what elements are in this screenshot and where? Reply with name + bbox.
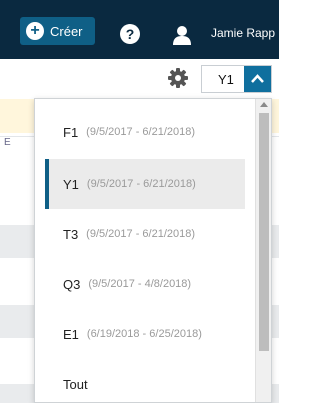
create-button-label: Créer: [50, 23, 83, 39]
period-option-y1[interactable]: Y1 (9/5/2017 - 6/21/2018): [45, 159, 245, 209]
period-option-f1[interactable]: F1 (9/5/2017 - 6/21/2018): [45, 107, 245, 157]
period-option-code: F1: [63, 124, 79, 140]
period-select[interactable]: Y1: [201, 65, 272, 93]
period-dropdown-menu: F1 (9/5/2017 - 6/21/2018) Y1 (9/5/2017 -…: [34, 98, 272, 403]
chevron-up-icon: [251, 74, 264, 83]
scrollbar-thumb[interactable]: [259, 113, 269, 351]
period-option-q3[interactable]: Q3 (9/5/2017 - 4/8/2018): [45, 259, 245, 309]
period-option-range: (9/5/2017 - 6/21/2018): [86, 228, 196, 240]
create-button[interactable]: + Créer: [20, 17, 95, 45]
period-option-code: T3: [63, 226, 79, 242]
top-header-bar: + Créer ? Jamie Rapp: [0, 0, 279, 59]
user-icon[interactable]: [171, 25, 193, 45]
period-option-range: (9/5/2017 - 6/21/2018): [86, 126, 196, 138]
period-option-range: (9/5/2017 - 4/8/2018): [88, 278, 192, 290]
period-select-value: Y1: [218, 72, 234, 87]
period-option-all[interactable]: Tout: [45, 359, 245, 403]
period-select-toggle[interactable]: [244, 66, 271, 92]
period-option-range: (9/5/2017 - 6/21/2018): [86, 178, 196, 190]
dropdown-scrollbar[interactable]: [255, 99, 271, 402]
scroll-up-icon[interactable]: [260, 102, 268, 107]
gear-icon[interactable]: [167, 67, 189, 89]
toolbar: Y1: [0, 59, 279, 99]
period-option-code: Y1: [63, 176, 79, 192]
user-name[interactable]: Jamie Rapp: [211, 26, 275, 40]
period-option-range: (6/19/2018 - 6/25/2018): [86, 328, 202, 340]
period-option-code: Q3: [63, 276, 81, 292]
plus-icon: +: [26, 22, 44, 40]
period-option-t3[interactable]: T3 (9/5/2017 - 6/21/2018): [45, 209, 245, 259]
column-header-partial: E: [4, 137, 11, 148]
help-icon[interactable]: ?: [120, 24, 140, 44]
period-option-code: Tout: [63, 376, 88, 392]
period-option-e1[interactable]: E1 (6/19/2018 - 6/25/2018): [45, 309, 245, 359]
period-option-code: E1: [63, 326, 79, 342]
